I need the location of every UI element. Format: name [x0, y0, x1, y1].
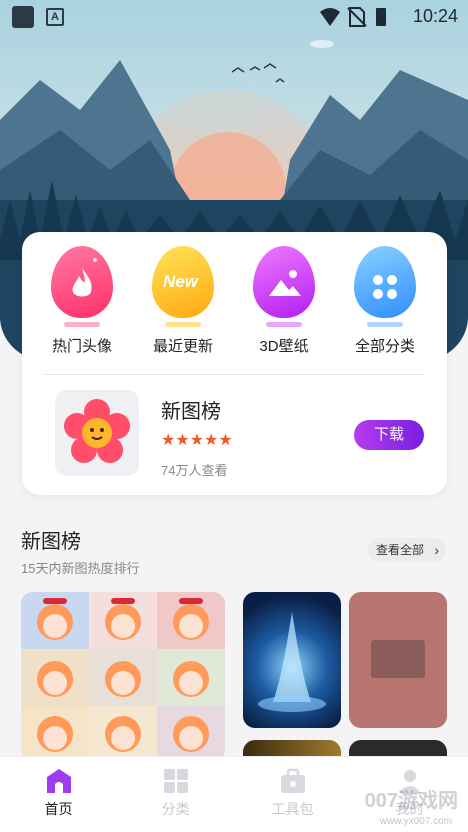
flame-icon: [51, 246, 113, 318]
category-card: 热门头像 New 最近更新 3D壁纸 全部分类 新图榜 ★★★★★ 74万人查看…: [22, 232, 447, 495]
view-count: 74万人查看: [161, 463, 228, 478]
card-divider: [44, 374, 425, 375]
category-label: 3D壁纸: [259, 338, 309, 355]
category-hot-avatar[interactable]: 热门头像: [32, 246, 132, 356]
photo-thumbnail: [371, 640, 425, 678]
tab-toolkit[interactable]: 工具包: [234, 767, 351, 819]
watermark-logo: 007游戏网: [364, 790, 458, 812]
grid-icon: [162, 767, 190, 795]
category-label: 全部分类: [354, 338, 415, 355]
category-shadow: [64, 322, 100, 327]
category-label: 热门头像: [51, 338, 112, 355]
tab-label: 分类: [161, 801, 190, 817]
tab-label: 工具包: [271, 801, 314, 817]
image-tile-powerpuff[interactable]: [21, 592, 225, 762]
chevron-right-icon: ›: [434, 542, 439, 558]
see-all-button[interactable]: 查看全部 ›: [368, 538, 446, 562]
collage-image: [21, 592, 225, 762]
rating-stars: ★★★★★: [161, 432, 233, 449]
featured-app-icon[interactable]: [55, 390, 139, 476]
category-shadow: [367, 322, 403, 327]
home-icon: [45, 767, 73, 795]
category-label: 最近更新: [152, 338, 213, 355]
category-3d-wallpaper[interactable]: 3D壁纸: [234, 246, 334, 356]
accessibility-icon: A: [46, 8, 64, 26]
toolbox-icon: [279, 767, 307, 795]
new-badge-text: New: [163, 272, 198, 291]
featured-app-name: 新图榜: [161, 401, 221, 423]
status-time: 10:24: [412, 6, 458, 26]
tab-home[interactable]: 首页: [0, 767, 117, 819]
download-button[interactable]: 下载: [354, 420, 424, 450]
section-subtitle: 15天内新图热度排行: [21, 561, 140, 576]
category-shadow: [165, 322, 201, 327]
section-title: 新图榜: [21, 531, 81, 553]
wifi-icon: [320, 8, 340, 26]
image-tile-fountain[interactable]: [243, 592, 341, 728]
flower-icon: [64, 399, 130, 463]
image-icon: [253, 246, 315, 318]
new-badge-icon: New: [152, 246, 214, 318]
app-notification-icon: [12, 6, 34, 28]
see-all-label: 查看全部: [376, 543, 425, 557]
tab-label: 首页: [44, 801, 73, 817]
status-bar: A 10:24: [0, 0, 468, 34]
category-all[interactable]: 全部分类: [335, 246, 435, 356]
watermark-url: www.yx007.com: [379, 816, 452, 827]
category-recent-update[interactable]: New 最近更新: [133, 246, 233, 356]
status-icons: [318, 6, 388, 33]
category-shadow: [266, 322, 302, 327]
tab-category[interactable]: 分类: [117, 767, 234, 819]
image-tile-pink[interactable]: [349, 592, 447, 728]
grid-icon: [354, 246, 416, 318]
battery-icon: [376, 8, 386, 26]
